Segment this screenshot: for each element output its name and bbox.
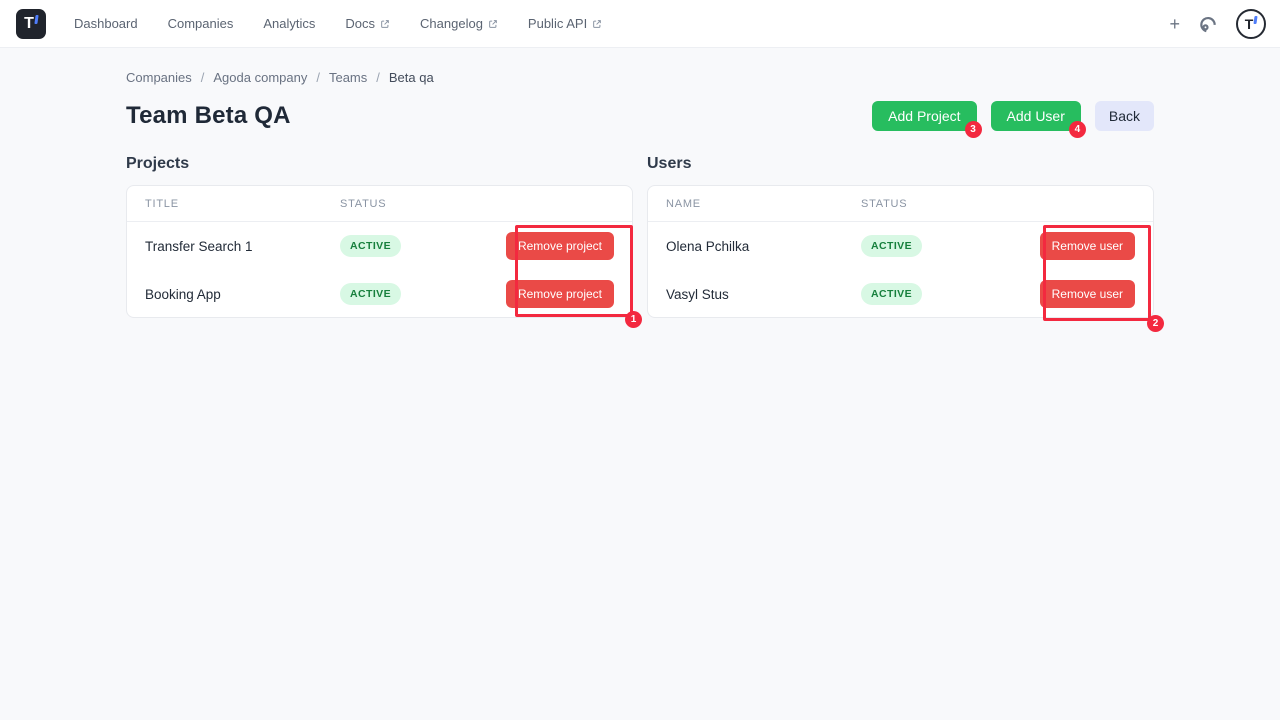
app-logo[interactable]: T [16,9,46,39]
add-project-button[interactable]: Add Project 3 [872,101,976,131]
remove-user-button[interactable]: Remove user [1040,232,1135,260]
column-header-status: STATUS [861,198,1135,210]
breadcrumb-companies[interactable]: Companies [126,70,192,85]
main-content: Companies / Agoda company / Teams / Beta… [126,48,1154,318]
column-header-name: NAME [666,198,861,210]
nav-item-changelog[interactable]: Changelog [420,16,498,31]
avatar-letter: T [1245,16,1254,32]
page-actions: Add Project 3 Add User 4 Back [872,101,1154,131]
table-row: Transfer Search 1 ACTIVE Remove project [127,222,632,270]
breadcrumb-separator: / [316,70,320,85]
annotation-badge-3: 3 [965,121,982,138]
external-link-icon [380,19,390,29]
status-badge: ACTIVE [340,235,401,257]
top-navigation: T Dashboard Companies Analytics Docs Cha… [0,0,1280,48]
breadcrumb-separator: / [376,70,380,85]
app-logo-letter: T [24,15,34,33]
projects-section: Projects TITLE STATUS Transfer Search 1 … [126,155,633,318]
annotation-badge-1: 1 [625,311,642,328]
table-row: Booking App ACTIVE Remove project [127,270,632,318]
avatar-tick-icon [1254,16,1258,24]
annotation-badge-4: 4 [1069,121,1086,138]
project-title: Transfer Search 1 [145,239,340,254]
status-badge: ACTIVE [861,235,922,257]
projects-heading: Projects [126,155,633,173]
remove-project-button[interactable]: Remove project [506,232,614,260]
add-user-button[interactable]: Add User 4 [991,101,1081,131]
external-link-icon [488,19,498,29]
users-table: NAME STATUS Olena Pchilka ACTIVE Remove … [647,185,1154,318]
whats-new-icon[interactable] [1198,14,1218,34]
nav-item-dashboard[interactable]: Dashboard [74,16,138,31]
table-row: Olena Pchilka ACTIVE Remove user [648,222,1153,270]
add-new-icon[interactable]: + [1169,15,1180,33]
column-header-status: STATUS [340,198,614,210]
user-avatar[interactable]: T [1236,9,1266,39]
status-badge: ACTIVE [340,283,401,305]
nav-links: Dashboard Companies Analytics Docs Chang… [74,16,602,31]
nav-right-controls: + T [1169,9,1266,39]
nav-item-analytics[interactable]: Analytics [263,16,315,31]
users-section: Users NAME STATUS Olena Pchilka ACTIVE R… [647,155,1154,318]
breadcrumb-agoda-company[interactable]: Agoda company [213,70,307,85]
logo-tick-icon [34,15,38,24]
breadcrumb-beta-qa: Beta qa [389,70,434,85]
project-title: Booking App [145,287,340,302]
table-row: Vasyl Stus ACTIVE Remove user [648,270,1153,318]
nav-item-companies[interactable]: Companies [168,16,234,31]
users-table-header: NAME STATUS [648,186,1153,222]
status-badge: ACTIVE [861,283,922,305]
user-name: Olena Pchilka [666,239,861,254]
projects-table: TITLE STATUS Transfer Search 1 ACTIVE Re… [126,185,633,318]
page-title: Team Beta QA [126,102,291,130]
breadcrumb-teams[interactable]: Teams [329,70,367,85]
back-button[interactable]: Back [1095,101,1154,131]
remove-user-button[interactable]: Remove user [1040,280,1135,308]
breadcrumb-separator: / [201,70,205,85]
external-link-icon [592,19,602,29]
nav-item-docs[interactable]: Docs [345,16,390,31]
users-heading: Users [647,155,1154,173]
user-name: Vasyl Stus [666,287,861,302]
projects-table-header: TITLE STATUS [127,186,632,222]
column-header-title: TITLE [145,198,340,210]
remove-project-button[interactable]: Remove project [506,280,614,308]
nav-item-public-api[interactable]: Public API [528,16,602,31]
annotation-badge-2: 2 [1147,315,1164,332]
breadcrumb: Companies / Agoda company / Teams / Beta… [126,70,1154,85]
